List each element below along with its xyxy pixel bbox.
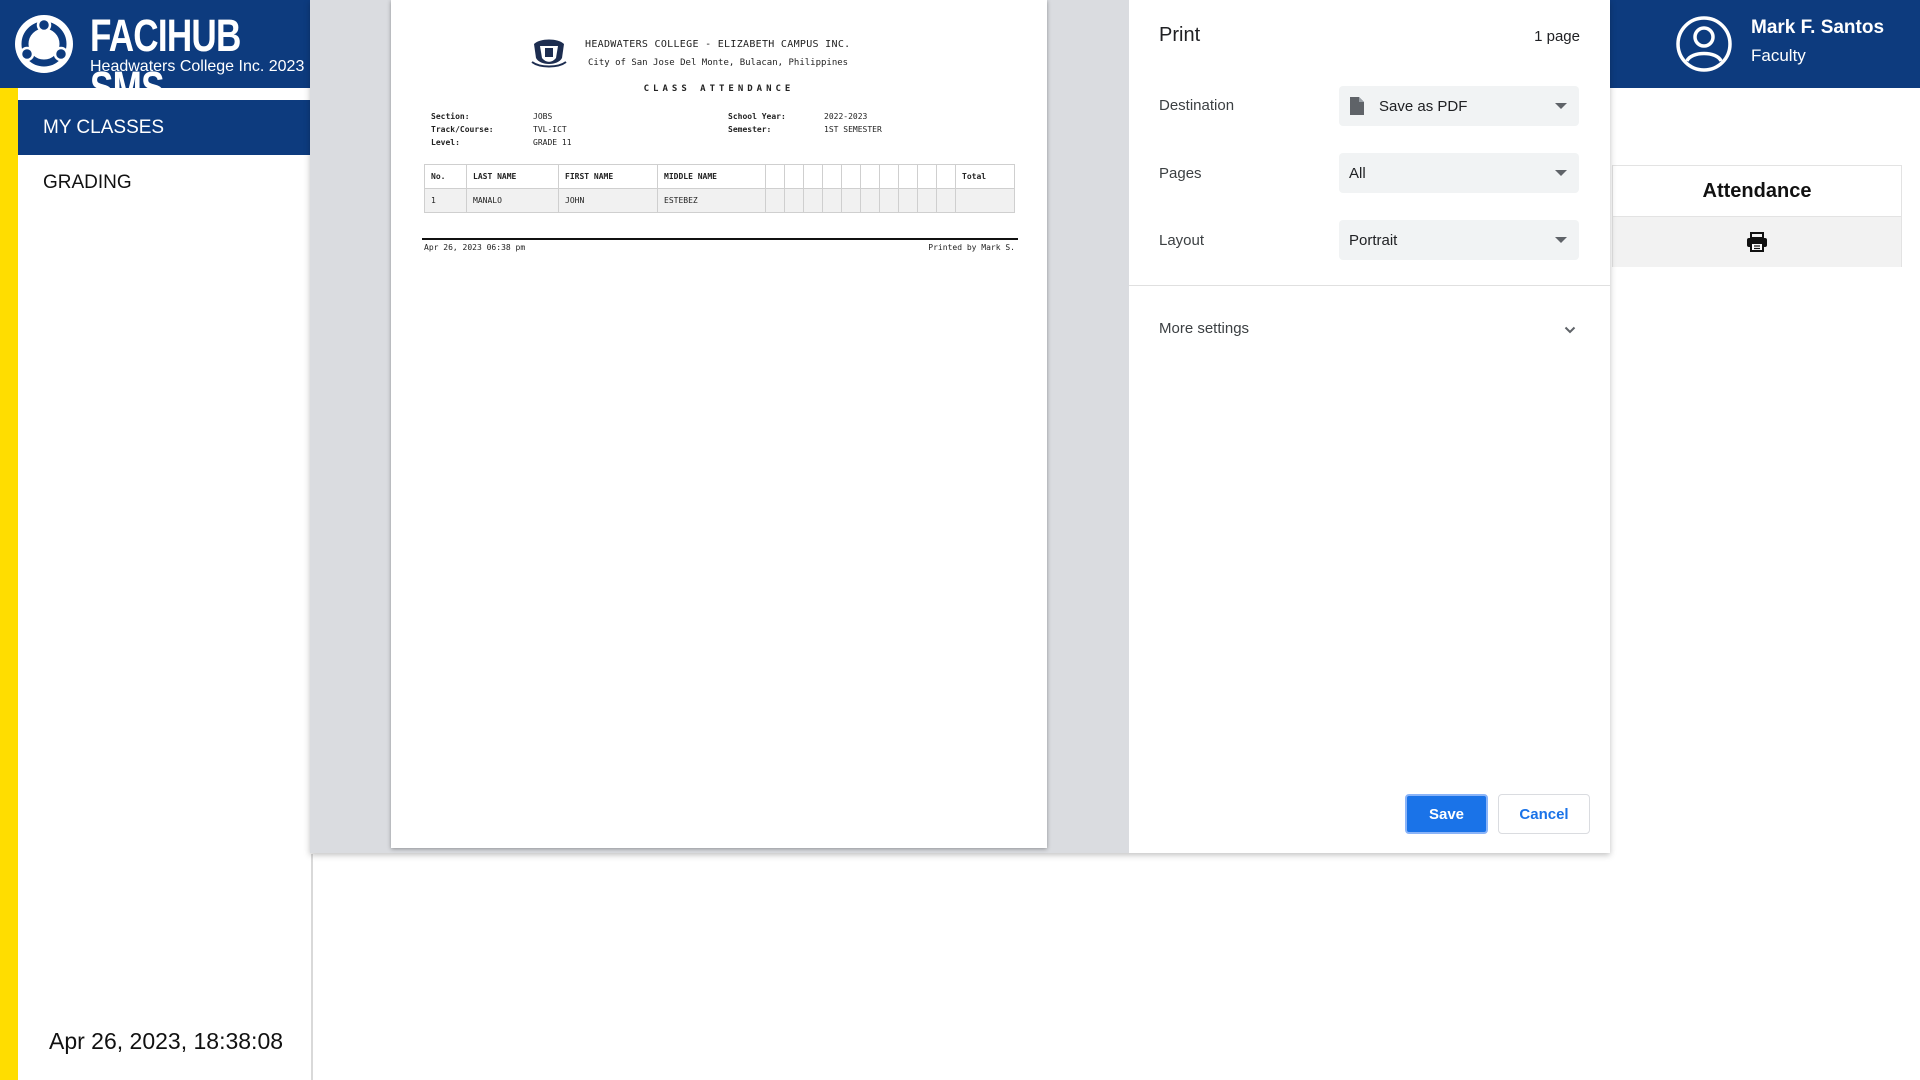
doc-cell-no: 1: [424, 188, 467, 213]
doc-col-day: [784, 164, 804, 189]
doc-cell-day: [860, 188, 880, 213]
user-header: Mark F. Santos Faculty: [1610, 0, 1920, 88]
brand-header: FACIHUB SMS Headwaters College Inc. 2023: [0, 0, 310, 113]
doc-level-value: GRADE 11: [533, 138, 572, 147]
doc-col-first-name: FIRST NAME: [558, 164, 658, 189]
more-settings-label: More settings: [1159, 320, 1250, 337]
doc-col-middle-name: MIDDLE NAME: [657, 164, 766, 189]
dropdown-arrow-icon: [1555, 237, 1567, 243]
attendance-header: Attendance: [1613, 166, 1901, 217]
user-avatar-icon[interactable]: [1675, 15, 1733, 73]
doc-school-year-label: School Year:: [728, 112, 786, 121]
dropdown-arrow-icon: [1555, 103, 1567, 109]
doc-col-day: [841, 164, 861, 189]
attendance-card: Attendance: [1612, 165, 1902, 267]
doc-col-day: [936, 164, 956, 189]
doc-cell-day: [803, 188, 823, 213]
doc-col-day: [765, 164, 785, 189]
doc-cell-day: [936, 188, 956, 213]
doc-semester-value: 1ST SEMESTER: [824, 125, 882, 134]
doc-print-date: Apr 26, 2023 06:38 pm: [424, 243, 526, 252]
settings-divider: [1129, 285, 1610, 286]
sidebar-divider: [311, 854, 313, 1080]
more-settings-toggle[interactable]: More settings: [1159, 320, 1580, 342]
user-name: Mark F. Santos: [1751, 17, 1885, 38]
doc-title: CLASS ATTENDANCE: [643, 84, 795, 94]
save-button[interactable]: Save: [1405, 794, 1488, 834]
doc-cell-day: [822, 188, 842, 213]
doc-cell-day: [765, 188, 785, 213]
doc-col-day: [917, 164, 937, 189]
doc-footer-rule: [422, 238, 1018, 240]
destination-label: Destination: [1159, 97, 1235, 114]
sidebar-item-my-classes[interactable]: MY CLASSES: [18, 100, 310, 155]
file-icon: [1350, 97, 1364, 115]
doc-cell-day: [841, 188, 861, 213]
facihub-logo-icon: [15, 15, 73, 73]
pages-label: Pages: [1159, 165, 1202, 182]
doc-col-last-name: LAST NAME: [466, 164, 559, 189]
layout-label: Layout: [1159, 232, 1205, 249]
destination-value: Save as PDF: [1379, 97, 1468, 115]
doc-level-label: Level:: [431, 138, 460, 147]
doc-cell-last-name: MANALO: [466, 188, 559, 213]
doc-school-address: City of San Jose Del Monte, Bulacan, Phi…: [588, 58, 849, 68]
doc-col-total: Total: [955, 164, 1015, 189]
doc-cell-middle-name: ESTEBEZ: [657, 188, 766, 213]
doc-col-day: [879, 164, 899, 189]
doc-track-label: Track/Course:: [431, 125, 494, 134]
doc-cell-first-name: JOHN: [558, 188, 658, 213]
doc-school-year-value: 2022-2023: [824, 112, 868, 121]
doc-track-value: TVL-ICT: [533, 125, 567, 134]
doc-col-day: [898, 164, 918, 189]
school-seal-icon: [531, 39, 567, 68]
doc-semester-label: Semester:: [728, 125, 772, 134]
cancel-button[interactable]: Cancel: [1498, 794, 1590, 834]
pages-select[interactable]: All: [1339, 153, 1579, 193]
print-dialog: HEADWATERS COLLEGE - ELIZABETH CAMPUS IN…: [310, 0, 1610, 853]
doc-attendance-table: No. LAST NAME FIRST NAME MIDDLE NAME Tot…: [424, 164, 1015, 213]
attendance-print-cell: [1613, 217, 1901, 267]
doc-col-day: [822, 164, 842, 189]
doc-cell-day: [784, 188, 804, 213]
doc-section-value: JOBS: [533, 112, 553, 121]
pages-value: All: [1349, 164, 1366, 182]
brand-subtitle: Headwaters College Inc. 2023: [90, 58, 305, 75]
sidebar-item-grading[interactable]: GRADING: [18, 155, 310, 210]
print-settings-panel: Print 1 page Destination Save as PDF Pag…: [1129, 0, 1610, 853]
dropdown-arrow-icon: [1555, 170, 1567, 176]
doc-cell-day: [898, 188, 918, 213]
layout-select[interactable]: Portrait: [1339, 220, 1579, 260]
doc-cell-day: [879, 188, 899, 213]
doc-section-label: Section:: [431, 112, 470, 121]
doc-col-no: No.: [424, 164, 467, 189]
layout-value: Portrait: [1349, 231, 1398, 249]
print-preview-page: HEADWATERS COLLEGE - ELIZABETH CAMPUS IN…: [391, 0, 1047, 848]
sidebar-accent-strip: [0, 88, 18, 1080]
chevron-down-icon: [1564, 326, 1576, 334]
print-page-count: 1 page: [1534, 28, 1580, 45]
destination-select[interactable]: Save as PDF: [1339, 86, 1579, 126]
printer-icon[interactable]: [1746, 232, 1768, 252]
doc-cell-day: [917, 188, 937, 213]
doc-printed-by: Printed by Mark S.: [928, 243, 1015, 252]
sidebar-nav: MY CLASSES GRADING: [18, 100, 310, 210]
doc-col-day: [860, 164, 880, 189]
doc-table-header-row: No. LAST NAME FIRST NAME MIDDLE NAME Tot…: [424, 164, 1015, 189]
doc-col-day: [803, 164, 823, 189]
sidebar-clock: Apr 26, 2023, 18:38:08: [49, 1028, 284, 1054]
table-row: 1 MANALO JOHN ESTEBEZ: [424, 188, 1015, 213]
doc-school-name: HEADWATERS COLLEGE - ELIZABETH CAMPUS IN…: [585, 39, 851, 50]
doc-cell-total: [955, 188, 1015, 213]
print-dialog-title: Print: [1159, 24, 1201, 46]
user-role: Faculty: [1751, 46, 1806, 65]
